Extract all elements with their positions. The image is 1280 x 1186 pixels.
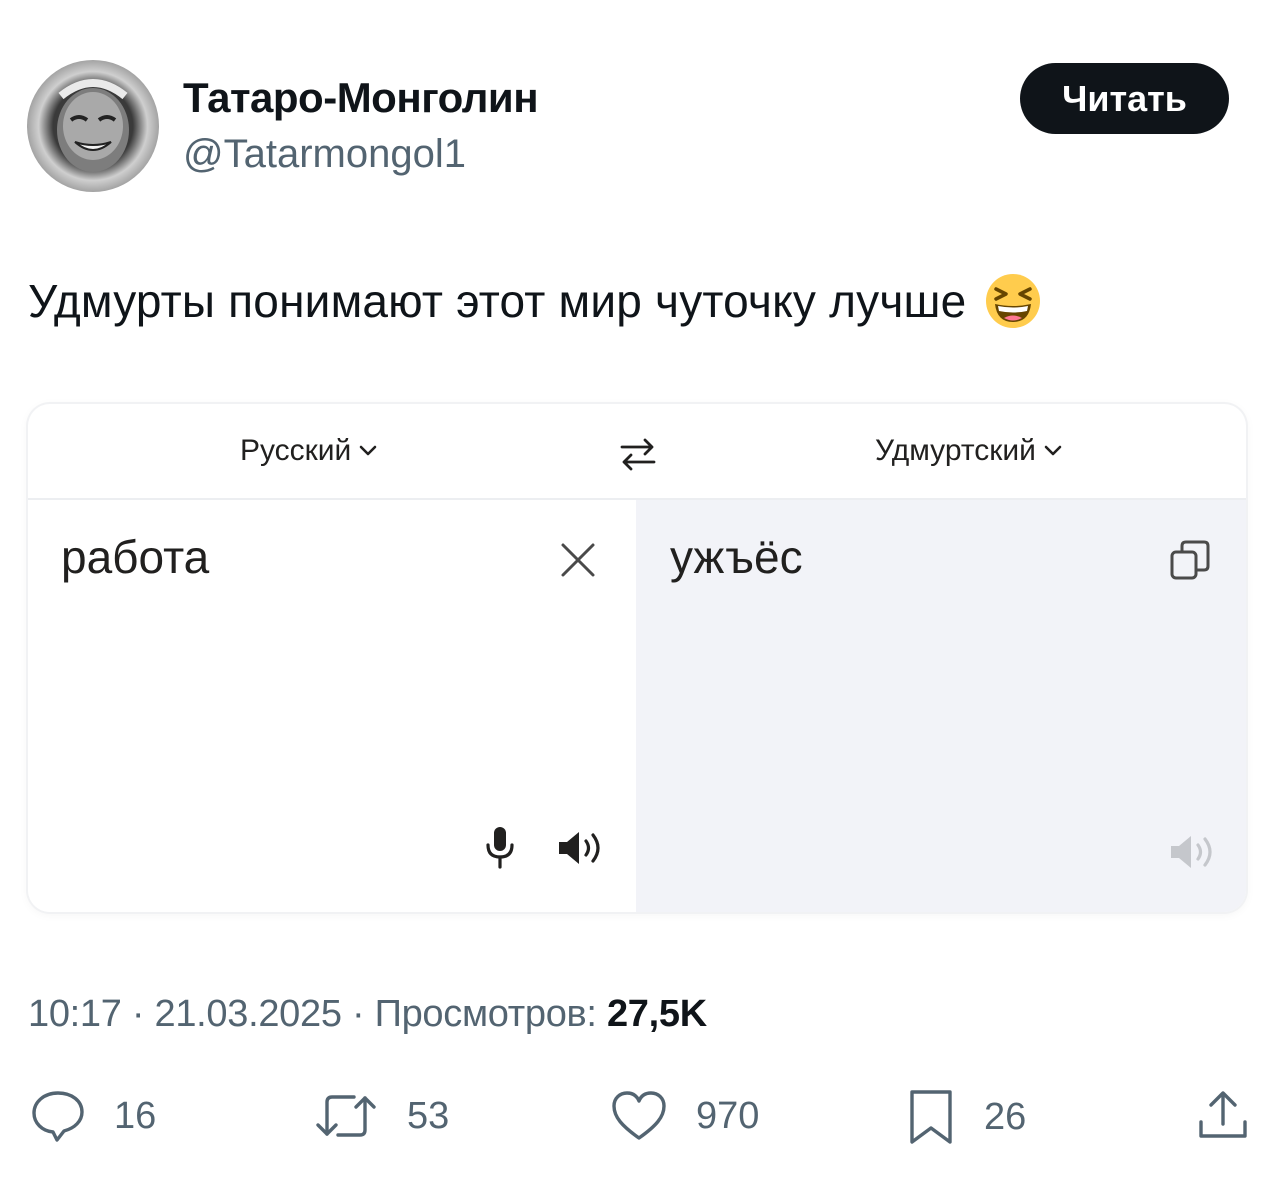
source-language-select[interactable]: Русский — [240, 434, 377, 468]
bookmark-button[interactable]: 26 — [906, 1088, 1026, 1146]
meta-separator: · — [131, 993, 145, 1035]
author-handle[interactable]: @Tatarmongol1 — [183, 132, 466, 177]
translation-pane: ужъёс — [636, 500, 1246, 912]
source-text[interactable]: работа — [61, 530, 209, 584]
source-language-label: Русский — [240, 434, 352, 467]
avatar[interactable] — [27, 60, 159, 192]
retweet-button[interactable]: 53 — [313, 1088, 449, 1144]
bookmark-count: 26 — [984, 1095, 1027, 1138]
language-bar: Русский Удмуртский — [28, 404, 1246, 500]
tweet-text-row: Удмурты понимают этот мир чуточку лучше — [28, 272, 1042, 330]
reply-button[interactable]: 16 — [30, 1088, 156, 1144]
microphone-icon[interactable] — [483, 825, 517, 871]
tweet-time[interactable]: 10:17 — [28, 993, 122, 1035]
meta-separator: · — [351, 993, 365, 1035]
author-display-name[interactable]: Татаро-Монголин — [183, 74, 539, 122]
tweet-date[interactable]: 21.03.2025 — [154, 993, 341, 1035]
follow-button[interactable]: Читать — [1020, 63, 1229, 134]
speaker-icon[interactable] — [556, 828, 604, 868]
translator-card: Русский Удмуртский работа ужъёс — [28, 404, 1246, 912]
tweet-meta: 10:17 · 21.03.2025 · Просмотров: 27,5K — [28, 993, 707, 1036]
source-pane[interactable]: работа — [28, 500, 634, 912]
retweet-count: 53 — [407, 1094, 450, 1137]
copy-icon[interactable] — [1168, 538, 1212, 582]
avatar-image — [27, 60, 159, 192]
chevron-down-icon — [1044, 445, 1062, 456]
swap-languages-icon[interactable] — [618, 434, 658, 474]
reply-count: 16 — [114, 1094, 157, 1137]
share-icon — [1199, 1091, 1247, 1138]
views-count: 27,5K — [606, 993, 707, 1035]
heart-icon — [612, 1091, 666, 1140]
chevron-down-icon — [360, 445, 377, 456]
retweet-icon — [316, 1095, 376, 1137]
tweet-text: Удмурты понимают этот мир чуточку лучше — [28, 275, 967, 327]
speaker-icon[interactable] — [1168, 832, 1216, 872]
share-button[interactable] — [1195, 1088, 1251, 1144]
like-button[interactable]: 970 — [610, 1088, 759, 1144]
translated-text: ужъёс — [670, 531, 803, 583]
reply-icon — [32, 1091, 84, 1142]
target-language-label: Удмуртский — [875, 434, 1036, 467]
target-language-select[interactable]: Удмуртский — [875, 434, 1062, 468]
views-label: Просмотров: — [374, 993, 597, 1035]
like-count: 970 — [696, 1094, 760, 1137]
close-icon[interactable] — [558, 540, 598, 580]
bookmark-icon — [910, 1090, 952, 1144]
laughing-face-icon — [986, 274, 1041, 328]
